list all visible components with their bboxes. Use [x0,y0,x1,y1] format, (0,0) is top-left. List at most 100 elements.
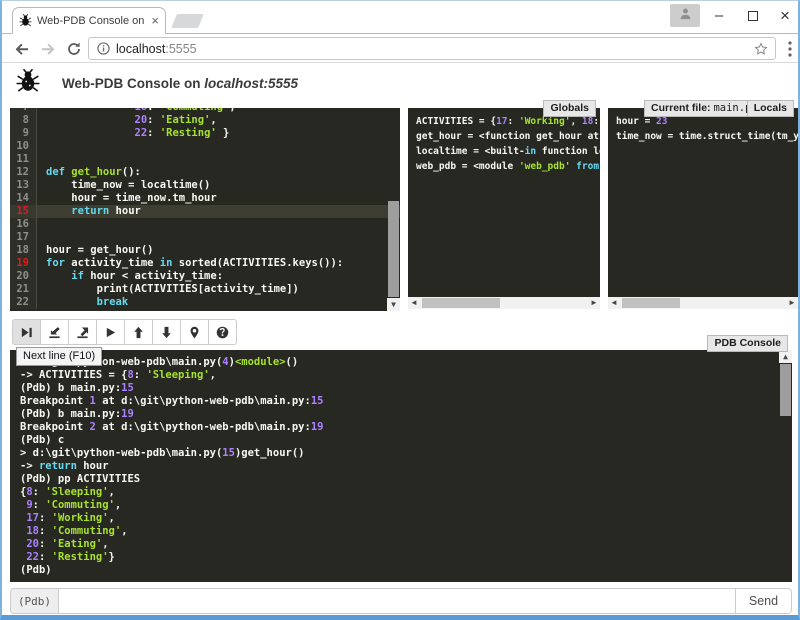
console-line: Breakpoint 1 at d:\git\python-web-pdb\ma… [20,395,792,408]
console-line: -> ACTIVITIES = {8: 'Sleeping', [20,369,792,382]
line-number[interactable]: 12 [10,166,37,179]
console-line: Breakpoint 2 at d:\git\python-web-pdb\ma… [20,421,792,434]
scrollbar-thumb[interactable] [388,201,399,296]
line-number[interactable]: 17 [10,231,37,244]
code-line: 21 print(ACTIVITIES[activity_time]) [10,283,400,296]
line-number[interactable]: 16 [10,218,37,231]
line-number[interactable]: 18 [10,244,37,257]
scroll-left-arrow-icon[interactable]: ◄ [608,297,620,309]
code-panel[interactable]: 7 18: 'Commuting',8 20: 'Eating',9 22: '… [10,108,400,311]
refresh-button[interactable] [62,37,86,61]
console-line: 20: 'Eating', [20,538,792,551]
console-line: > d:\git\python-web-pdb\main.py(4)<modul… [20,356,792,369]
console-line: (Pdb) c [20,434,792,447]
line-number[interactable]: 13 [10,179,37,192]
browser-menu-button[interactable] [782,40,798,58]
line-number[interactable]: 20 [10,270,37,283]
locals-label: Locals [747,100,794,117]
breakpoint-line-number[interactable]: 15 [10,205,37,218]
arrow-down-icon [160,326,173,339]
scroll-down-arrow-icon[interactable]: ▼ [387,298,400,311]
globals-line: localtime = <built-in function localtime… [416,144,600,159]
code-line: 13 time_now = localtime() [10,179,400,192]
scrollbar-thumb[interactable] [622,298,680,308]
line-number[interactable]: 21 [10,283,37,296]
globals-line: web_pdb = <module 'web_pdb' from 'd:\git… [416,159,600,174]
back-button[interactable] [10,37,34,61]
minimize-button[interactable]: – [703,1,735,30]
line-number[interactable]: 9 [10,127,37,140]
code-line: 17 [10,231,400,244]
code-line: 22 break [10,296,400,309]
code-scrollbar[interactable]: ▼ [387,108,400,311]
person-icon [679,7,692,25]
tab-title: Web-PDB Console on lo [37,15,147,27]
scrollbar-thumb[interactable] [780,364,791,416]
close-button[interactable]: × [769,1,800,30]
console-label: PDB Console [707,335,788,352]
locals-panel[interactable]: hour = 23time_now = time.struct_time(tm_… [608,108,798,297]
profile-button[interactable] [670,4,700,27]
refresh-icon [66,41,82,57]
tab-close-icon[interactable]: × [151,14,159,27]
forward-button[interactable] [36,37,60,61]
scroll-left-arrow-icon[interactable]: ◄ [408,297,420,309]
line-number[interactable]: 8 [10,114,37,127]
line-number[interactable]: 22 [10,296,37,309]
send-button[interactable]: Send [736,588,792,614]
up-stack-button[interactable] [124,319,153,345]
scrollbar-thumb[interactable] [422,298,500,308]
command-input[interactable] [58,588,736,614]
browser-tab[interactable]: Web-PDB Console on lo × [12,7,166,34]
maximize-icon [748,11,758,21]
page-title: Web-PDB Console on localhost:5555 [62,76,298,91]
browser-titlebar: Web-PDB Console on lo × – × [2,1,798,34]
pdb-console-panel[interactable]: > d:\git\python-web-pdb\main.py(4)<modul… [10,350,792,582]
console-line: (Pdb) b main.py:19 [20,408,792,421]
debugger-toolbar [12,319,237,345]
console-line: 18: 'Commuting', [20,525,792,538]
line-number[interactable]: 14 [10,192,37,205]
locals-line: time_now = time.struct_time(tm_year= [616,129,798,144]
code-line: 9 22: 'Resting' } [10,127,400,140]
line-number[interactable]: 11 [10,153,37,166]
globals-scrollbar[interactable]: ◄ ► [408,297,600,309]
new-tab-button[interactable] [171,14,204,28]
globals-panel[interactable]: ACTIVITIES = {17: 'Working', 18: 'Commut… [408,108,600,297]
command-input-group: (Pdb) Send [10,588,792,614]
browser-window: Web-PDB Console on lo × – × localhost :5… [0,0,800,620]
globals-label: Globals [543,100,596,117]
address-bar[interactable]: localhost :5555 [88,37,776,60]
console-line: 9: 'Commuting', [20,499,792,512]
forward-icon [40,41,56,57]
step-into-icon [48,326,61,339]
continue-button[interactable] [96,319,125,345]
console-scrollbar[interactable]: ▲ [779,350,792,582]
where-button[interactable] [180,319,209,345]
bug-favicon-icon [19,14,32,27]
pdb-prompt-addon: (Pdb) [10,588,58,614]
scroll-right-arrow-icon[interactable]: ► [786,297,798,309]
code-line: 8 20: 'Eating', [10,114,400,127]
code-line: 16 [10,218,400,231]
line-number[interactable]: 10 [10,140,37,153]
breakpoint-line-number[interactable]: 19 [10,257,37,270]
info-icon[interactable] [97,42,110,55]
next-line-button[interactable] [12,319,41,345]
step-into-button[interactable] [40,319,69,345]
page-header: Web-PDB Console on localhost:5555 [16,69,298,98]
question-icon [216,326,229,339]
step-out-icon [76,326,89,339]
down-stack-button[interactable] [152,319,181,345]
step-out-button[interactable] [68,319,97,345]
help-button[interactable] [208,319,237,345]
maximize-button[interactable] [737,1,769,30]
console-line: (Pdb) [20,564,792,577]
bookmark-star-icon[interactable] [754,42,768,56]
scroll-right-arrow-icon[interactable]: ► [588,297,600,309]
locals-scrollbar[interactable]: ◄ ► [608,297,798,309]
console-line: (Pdb) pp ACTIVITIES [20,473,792,486]
browser-navbar: localhost :5555 [2,34,798,63]
arrow-up-icon [132,326,145,339]
bug-logo-icon [16,69,40,98]
